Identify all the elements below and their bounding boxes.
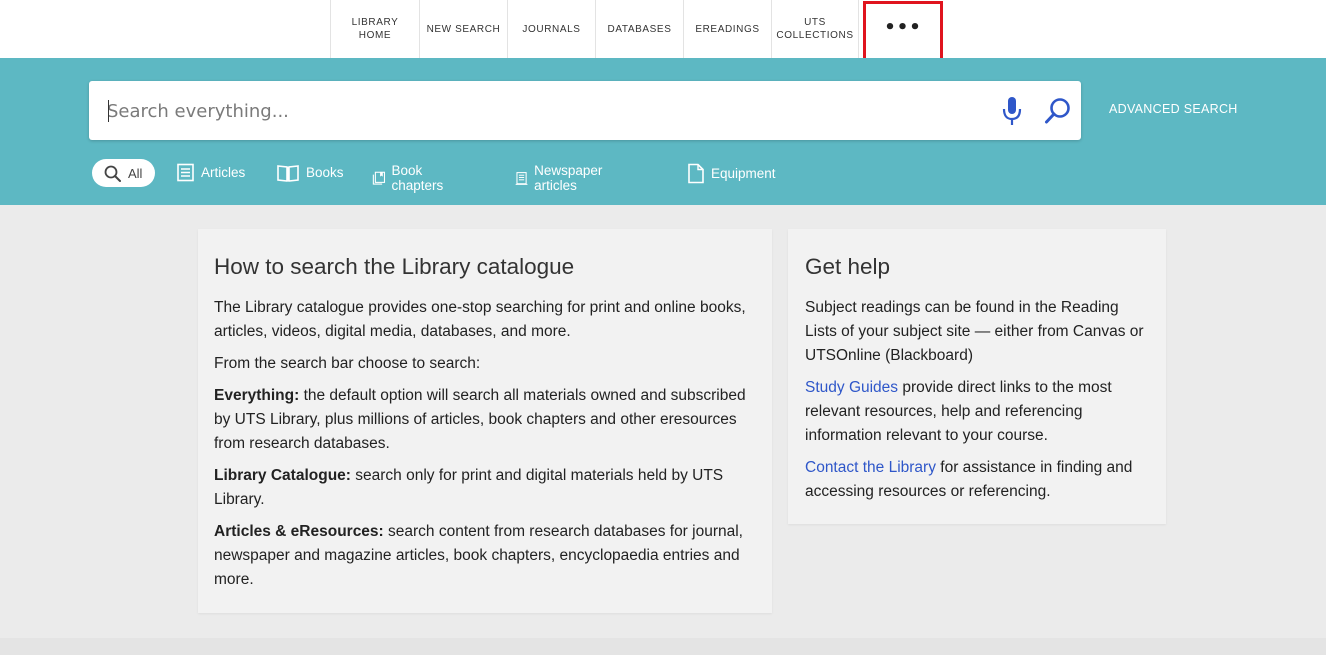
filter-equipment[interactable]: Equipment xyxy=(687,163,776,184)
filter-newspaper-articles[interactable]: Newspaper articles xyxy=(515,163,609,193)
study-guides-paragraph: Study Guides provide direct links to the… xyxy=(805,376,1150,448)
text-caret xyxy=(108,100,109,122)
filter-label: Equipment xyxy=(711,166,776,181)
more-dots-icon: ••• xyxy=(884,17,922,38)
search-icon xyxy=(104,165,121,182)
search-scope-filters: All Articles Books Book chapters Newspap… xyxy=(92,159,776,193)
advanced-search-link[interactable]: ADVANCED SEARCH xyxy=(1109,102,1238,116)
get-help-title: Get help xyxy=(805,254,891,279)
how-to-intro: The Library catalogue provides one-stop … xyxy=(214,299,746,340)
microphone-icon[interactable] xyxy=(1001,96,1023,126)
contact-library-link[interactable]: Contact the Library xyxy=(805,459,936,476)
catalogue-description: Library Catalogue: search only for print… xyxy=(214,464,756,512)
more-menu-button[interactable]: ••• xyxy=(863,1,943,61)
book-chapters-icon xyxy=(372,171,386,185)
nav-new-search[interactable]: NEW SEARCH xyxy=(419,0,507,58)
nav-label-line1: UTS xyxy=(804,17,826,28)
articles-description: Articles & eResources: search content fr… xyxy=(214,520,756,592)
filter-all[interactable]: All xyxy=(92,159,155,187)
how-to-search-title: How to search the Library catalogue xyxy=(214,254,575,279)
document-icon xyxy=(688,163,704,184)
nav-ereadings[interactable]: EREADINGS xyxy=(683,0,771,58)
filter-label: Books xyxy=(306,165,344,180)
nav-databases[interactable]: DATABASES xyxy=(595,0,683,58)
everything-term: Everything: xyxy=(214,387,300,404)
filter-label: Newspaper articles xyxy=(534,163,603,193)
nav-label-line2: HOME xyxy=(358,30,392,41)
filter-label: Book chapters xyxy=(391,163,444,193)
how-to-choose: From the search bar choose to search: xyxy=(214,355,481,372)
nav-label-line2: COLLECTIONS xyxy=(776,30,854,41)
nav-label: EREADINGS xyxy=(695,23,760,35)
main-nav: LIBRARY HOME NEW SEARCH JOURNALS DATABASE… xyxy=(330,0,859,58)
filter-books[interactable]: Books xyxy=(276,163,344,182)
catalogue-term: Library Catalogue: xyxy=(214,467,351,484)
footer-strip xyxy=(0,638,1326,655)
filter-book-chapters[interactable]: Book chapters xyxy=(372,163,450,193)
nav-label: NEW SEARCH xyxy=(426,23,501,35)
top-navigation-bar: LIBRARY HOME NEW SEARCH JOURNALS DATABASE… xyxy=(0,0,1326,61)
everything-description: Everything: the default option will sear… xyxy=(214,384,756,456)
search-band: ADVANCED SEARCH All Articles xyxy=(0,58,1326,205)
get-help-card: Get help Subject readings can be found i… xyxy=(788,229,1166,524)
nav-label: DATABASES xyxy=(607,23,672,35)
filter-all-label: All xyxy=(128,165,143,181)
article-icon xyxy=(177,163,194,182)
filter-label: Articles xyxy=(201,165,246,180)
newspaper-icon xyxy=(515,171,528,185)
nav-uts-collections[interactable]: UTS COLLECTIONS xyxy=(771,0,859,58)
nav-library-home[interactable]: LIBRARY HOME xyxy=(330,0,419,58)
nav-label: JOURNALS xyxy=(522,23,581,35)
search-input[interactable] xyxy=(107,89,967,133)
search-box xyxy=(89,81,1081,140)
articles-term: Articles & eResources: xyxy=(214,523,384,540)
book-icon xyxy=(277,165,299,182)
contact-paragraph: Contact the Library for assistance in fi… xyxy=(805,456,1150,504)
filter-articles[interactable]: Articles xyxy=(176,163,245,182)
readings-text: Subject readings can be found in the Rea… xyxy=(805,299,1144,364)
nav-label-line1: LIBRARY xyxy=(351,17,399,28)
search-icon[interactable] xyxy=(1044,97,1072,125)
study-guides-link[interactable]: Study Guides xyxy=(805,379,898,396)
nav-journals[interactable]: JOURNALS xyxy=(507,0,595,58)
how-to-search-card: How to search the Library catalogue The … xyxy=(198,229,772,613)
